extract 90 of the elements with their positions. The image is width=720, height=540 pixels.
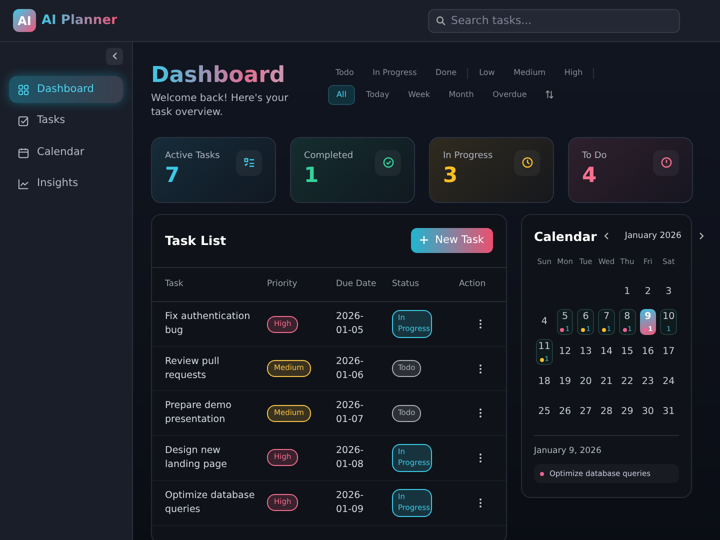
filter-chip[interactable]: Done (428, 64, 465, 82)
panel-title: Calendar (534, 228, 597, 244)
due-date: 2026-01-07 (336, 399, 365, 427)
alert-icon (660, 156, 672, 170)
calendar-day[interactable]: 18 (536, 369, 553, 396)
chevron-right-icon (698, 232, 704, 240)
task-name: Optimize database queries (165, 490, 255, 515)
column-header: Action (455, 268, 506, 302)
filter-chip[interactable]: Month (440, 86, 482, 104)
sidebar-item[interactable]: Dashboard (9, 76, 123, 103)
calendar-day[interactable]: 28 (598, 399, 615, 426)
calendar-day[interactable]: 29 (618, 399, 636, 426)
calendar-day[interactable]: 27 (577, 399, 594, 426)
filter-chip[interactable]: Todo (328, 64, 362, 82)
task-name: Design new landing page (165, 445, 227, 470)
more-icon (479, 498, 482, 508)
chevron-left-icon (604, 232, 610, 240)
due-date: 2026-01-05 (336, 310, 365, 338)
task-name: Fix authentication bug (165, 311, 250, 336)
more-icon (479, 319, 482, 330)
chart-icon (18, 178, 29, 190)
task-name: Review pull requests (165, 356, 220, 381)
calendar-day[interactable]: 13 (577, 339, 594, 366)
new-task-button[interactable]: New Task (411, 228, 493, 254)
due-date: 2026-01-06 (336, 354, 365, 382)
due-date: 2026-01-08 (336, 444, 365, 472)
sort-icon (545, 90, 554, 100)
plus-icon (420, 236, 428, 244)
calendar-day[interactable]: 21 (598, 369, 615, 396)
stat-value: 4 (582, 163, 598, 188)
stat-value: 7 (165, 163, 181, 188)
calendar-day[interactable]: 16 (640, 339, 656, 366)
more-icon (479, 364, 482, 374)
column-header: Task (152, 268, 263, 302)
calendar-day[interactable]: 19 (556, 369, 574, 396)
clock-icon (520, 156, 534, 170)
check-circle-icon (382, 156, 394, 170)
calendar-day[interactable]: 30 (640, 399, 656, 426)
calendar-day[interactable]: 1 (618, 279, 636, 306)
filter-chip[interactable]: All (328, 84, 356, 105)
search-icon (436, 16, 446, 26)
calendar-day[interactable]: 26 (556, 399, 574, 426)
stat-value: 3 (443, 163, 459, 188)
filter-chip[interactable]: Medium (506, 64, 554, 82)
page-subtitle: Welcome back! Here's your task overview. (151, 92, 290, 120)
filter-chip[interactable]: Week (400, 86, 438, 104)
selected-date: January 9, 2026 (534, 445, 602, 458)
filter-chip[interactable]: High (556, 64, 591, 82)
task-name: Prepare demo presentation (165, 400, 232, 426)
due-date: 2026-01-09 (336, 488, 365, 516)
calendar-day[interactable]: 14 (598, 339, 615, 366)
more-icon (479, 452, 482, 463)
filter-chip[interactable]: Today (358, 86, 398, 104)
grid-icon (18, 84, 29, 96)
filter-chip[interactable]: Low (471, 64, 503, 82)
calendar-day[interactable]: 31 (660, 399, 677, 426)
sidebar-item[interactable]: Tasks (9, 108, 123, 134)
calendar-day[interactable]: 20 (577, 369, 594, 396)
app-logo: AI (13, 9, 36, 32)
checklist-icon (242, 156, 256, 170)
filter-chip[interactable]: Overdue (484, 86, 535, 104)
calendar-day[interactable]: 25 (536, 399, 553, 426)
stat-label: Completed (304, 150, 354, 163)
sidebar-item[interactable]: Calendar (9, 139, 123, 166)
calendar-day[interactable]: 12 (556, 339, 574, 366)
sidebar-item[interactable]: Insights (9, 170, 123, 198)
calendar-day[interactable]: 23 (640, 369, 656, 396)
stat-label: To Do (582, 150, 607, 163)
calendar-day[interactable]: 4 (536, 309, 553, 336)
month-label: January 2026 (624, 230, 682, 243)
column-header: Due Date (332, 268, 388, 302)
more-icon (479, 408, 482, 418)
collapse-button[interactable] (106, 48, 123, 65)
stat-value: 1 (304, 163, 320, 188)
stat-label: Active Tasks (165, 150, 220, 163)
panel-title: Task List (165, 233, 226, 248)
calendar-day[interactable]: 22 (618, 369, 636, 396)
filter-chip[interactable]: In Progress (364, 64, 425, 82)
calendar-day[interactable]: 17 (660, 339, 677, 366)
column-header: Priority (263, 268, 332, 302)
calendar-day[interactable]: 15 (618, 339, 636, 366)
calendar-icon (18, 146, 29, 158)
stat-label: In Progress (443, 150, 493, 163)
calendar-day[interactable]: 3 (660, 279, 677, 306)
chevron-left-icon (112, 52, 118, 60)
column-header: Status (388, 268, 455, 302)
checkbox-icon (18, 115, 29, 127)
search-field[interactable]: Search tasks... (428, 8, 680, 32)
calendar-day[interactable]: 2 (640, 279, 656, 306)
calendar-day[interactable]: 24 (660, 369, 677, 396)
